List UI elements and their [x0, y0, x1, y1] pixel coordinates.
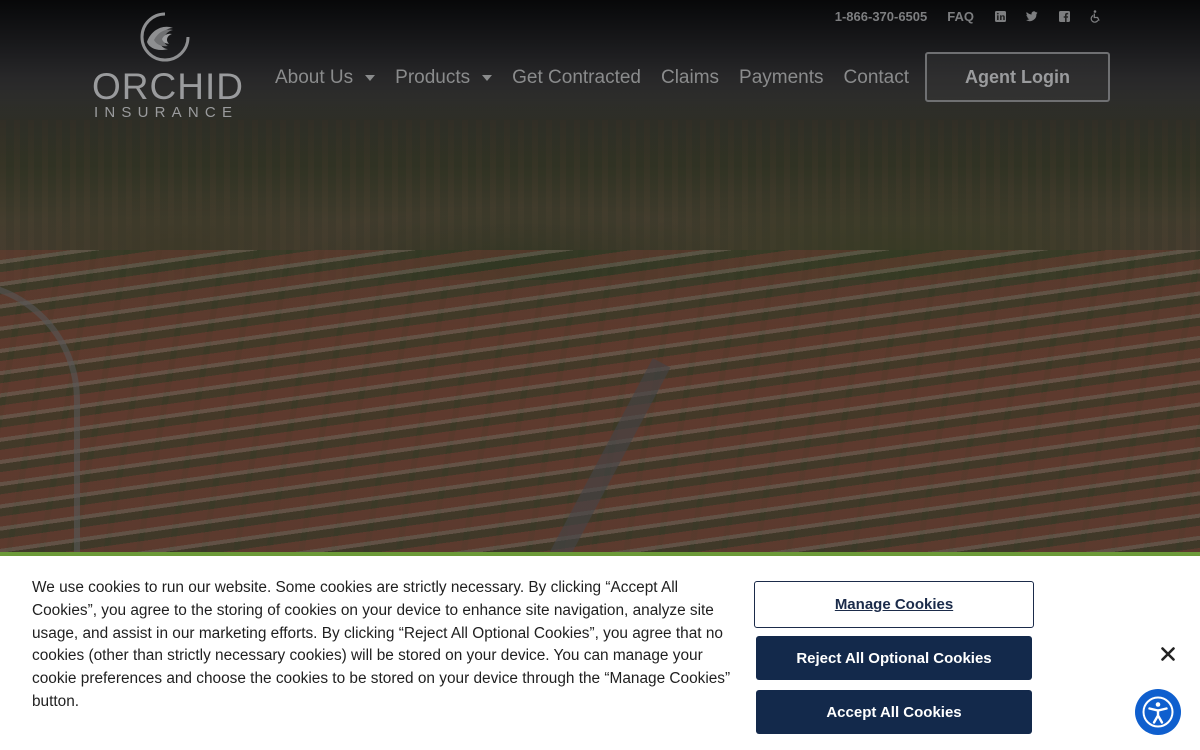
- nav-item-contact[interactable]: Contact: [844, 67, 909, 89]
- facebook-icon[interactable]: [1058, 10, 1070, 22]
- reject-optional-cookies-button[interactable]: Reject All Optional Cookies: [756, 636, 1032, 680]
- nav-label: About Us: [275, 67, 354, 88]
- accept-all-cookies-button[interactable]: Accept All Cookies: [756, 690, 1032, 734]
- nav-label: Payments: [739, 67, 824, 88]
- cookie-banner: We use cookies to run our website. Some …: [0, 552, 1200, 750]
- nav-item-get-contracted[interactable]: Get Contracted: [512, 67, 641, 89]
- utility-bar: 1-866-370-6505 FAQ: [835, 6, 1102, 26]
- nav-item-products[interactable]: Products: [395, 67, 493, 89]
- accessibility-widget-icon[interactable]: [1135, 689, 1181, 735]
- nav-label: Contact: [843, 67, 910, 88]
- nav-item-about-us[interactable]: About Us: [275, 67, 376, 89]
- nav-label: Get Contracted: [512, 67, 641, 88]
- nav-label: Products: [395, 67, 471, 88]
- nav-item-payments[interactable]: Payments: [739, 67, 823, 89]
- close-icon[interactable]: [1156, 642, 1180, 666]
- main-nav: About Us Products Get Contracted Claims …: [275, 64, 909, 92]
- caret-down-icon: [365, 75, 376, 81]
- accessibility-icon[interactable]: [1090, 9, 1102, 23]
- faq-link[interactable]: FAQ: [947, 9, 974, 24]
- caret-down-icon: [482, 75, 493, 81]
- nav-item-claims[interactable]: Claims: [661, 67, 719, 89]
- manage-cookies-button[interactable]: Manage Cookies: [754, 581, 1034, 628]
- phone-link[interactable]: 1-866-370-6505: [835, 9, 928, 24]
- orchid-logo[interactable]: ORCHID INSURANCE: [92, 12, 244, 122]
- agent-login-button[interactable]: Agent Login: [925, 52, 1110, 102]
- logo-tagline: INSURANCE: [94, 104, 239, 121]
- nav-label: Claims: [660, 67, 720, 88]
- twitter-icon[interactable]: [1026, 10, 1038, 22]
- wave-logo-icon: [140, 12, 190, 62]
- logo-wordmark: ORCHID: [92, 66, 244, 107]
- linkedin-icon[interactable]: [994, 10, 1006, 22]
- cookie-banner-text: We use cookies to run our website. Some …: [32, 579, 731, 710]
